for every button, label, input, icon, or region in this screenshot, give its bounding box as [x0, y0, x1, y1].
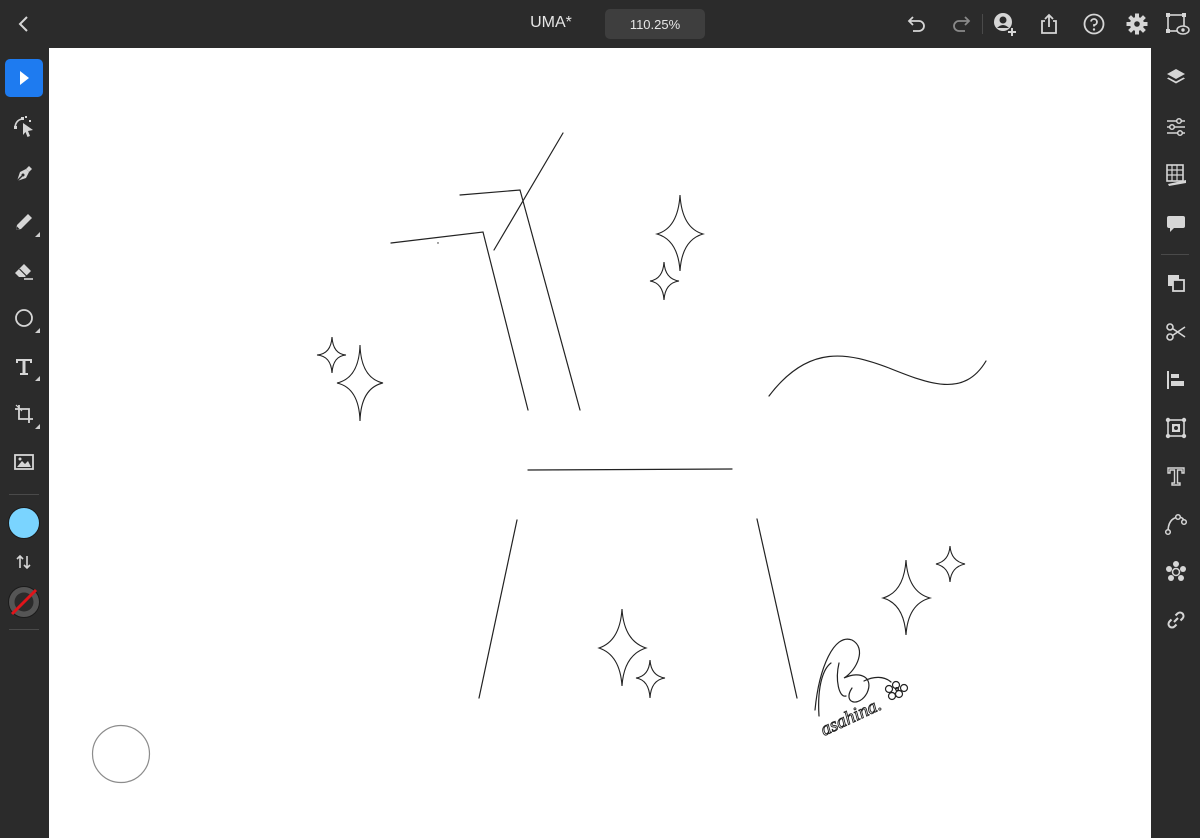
- pen-icon: [15, 166, 32, 183]
- image-icon: [14, 454, 34, 470]
- comments-button[interactable]: [1163, 211, 1189, 237]
- stroke-color-swatch[interactable]: [7, 585, 41, 619]
- topbar-divider: [982, 14, 983, 34]
- layers-button[interactable]: [1163, 65, 1189, 91]
- align-icon: [1167, 371, 1184, 389]
- text-icon: [16, 359, 32, 375]
- right-panel: [1151, 48, 1200, 838]
- transform-icon: [1165, 417, 1187, 439]
- top-bar: UMA* 110.25%: [0, 0, 1200, 48]
- eraser-icon: [15, 264, 33, 280]
- zoom-level[interactable]: 110.25%: [605, 9, 705, 39]
- align-button[interactable]: [1163, 367, 1189, 393]
- link-icon: [1167, 611, 1185, 629]
- toolbar-divider: [9, 494, 39, 495]
- scissors-icon: [1166, 323, 1186, 341]
- repeat-grid-button[interactable]: [1163, 559, 1189, 585]
- sparkle-shape[interactable]: [881, 559, 933, 636]
- sparkle-shape[interactable]: [635, 659, 666, 699]
- stroke-line[interactable]: [390, 231, 529, 411]
- swap-icon: [16, 554, 31, 570]
- artist-signature[interactable]: asahina.: [814, 638, 909, 741]
- text-tool[interactable]: [5, 347, 43, 385]
- no-stroke-icon: [8, 586, 40, 618]
- sparkle-shape[interactable]: [935, 545, 966, 583]
- path-button[interactable]: [1163, 511, 1189, 537]
- fill-color-swatch[interactable]: [8, 507, 40, 539]
- preview-icon: [1166, 13, 1190, 35]
- share-button[interactable]: [1035, 10, 1063, 38]
- select-tool[interactable]: [5, 59, 43, 97]
- pen-tool[interactable]: [5, 155, 43, 193]
- drawing-canvas[interactable]: asahina.: [49, 48, 1151, 838]
- tool-menu-indicator: [35, 424, 40, 429]
- sparkle-shape[interactable]: [336, 344, 384, 422]
- stroke-line[interactable]: [756, 518, 798, 699]
- comments-icon: [1167, 216, 1185, 232]
- redo-icon: [953, 16, 971, 32]
- wave-stroke[interactable]: [768, 355, 987, 397]
- eraser-tool[interactable]: [5, 251, 43, 289]
- pencil-icon: [16, 214, 32, 230]
- cut-button[interactable]: [1163, 319, 1189, 345]
- path-icon: [1164, 513, 1188, 536]
- settings-icon: [1126, 13, 1148, 35]
- toolbar-divider: [9, 629, 39, 630]
- pencil-tool[interactable]: [5, 203, 43, 241]
- panel-divider: [1161, 254, 1189, 255]
- document-title[interactable]: UMA*: [500, 14, 602, 32]
- sparkle-shape[interactable]: [597, 608, 648, 687]
- direct-select-icon: [14, 116, 33, 137]
- sparkle-shape[interactable]: [655, 194, 705, 272]
- preview-button[interactable]: [1163, 10, 1191, 38]
- touch-shortcut-button[interactable]: [91, 724, 151, 784]
- select-icon: [20, 71, 29, 85]
- repeat-icon: [1166, 561, 1186, 581]
- help-button[interactable]: [1080, 10, 1108, 38]
- artwork: asahina.: [91, 132, 987, 784]
- crop-icon: [15, 404, 33, 423]
- properties-button[interactable]: [1163, 114, 1189, 140]
- redo-button[interactable]: [947, 10, 975, 38]
- tool-menu-indicator: [35, 376, 40, 381]
- shape-icon: [15, 309, 33, 327]
- stroke-line[interactable]: [527, 468, 733, 471]
- tool-menu-indicator: [35, 232, 40, 237]
- tool-menu-indicator: [35, 328, 40, 333]
- layers-icon: [1167, 69, 1185, 84]
- libraries-icon: [1166, 164, 1186, 186]
- back-icon: [18, 16, 28, 32]
- link-button[interactable]: [1163, 607, 1189, 633]
- share-icon: [1041, 13, 1057, 34]
- help-icon: [1083, 13, 1105, 35]
- swap-colors-button[interactable]: [14, 552, 34, 572]
- type-button[interactable]: [1163, 463, 1189, 489]
- transform-button[interactable]: [1163, 415, 1189, 441]
- crop-tool[interactable]: [5, 395, 43, 433]
- invite-button[interactable]: [991, 10, 1019, 38]
- sparkle-shape[interactable]: [649, 261, 680, 301]
- settings-button[interactable]: [1123, 10, 1151, 38]
- type-icon: [1167, 467, 1185, 486]
- left-toolbar: [0, 48, 49, 838]
- arrange-icon: [1168, 275, 1185, 292]
- sparkle-shape[interactable]: [316, 336, 347, 374]
- invite-icon: [994, 13, 1016, 36]
- back-button[interactable]: [12, 12, 36, 36]
- image-tool[interactable]: [5, 443, 43, 481]
- undo-button[interactable]: [903, 10, 931, 38]
- properties-icon: [1167, 117, 1185, 137]
- undo-icon: [907, 16, 925, 32]
- shape-tool[interactable]: [5, 299, 43, 337]
- arrange-button[interactable]: [1163, 270, 1189, 296]
- direct-select-tool[interactable]: [5, 107, 43, 145]
- stroke-line[interactable]: [478, 519, 518, 699]
- libraries-button[interactable]: [1163, 162, 1189, 188]
